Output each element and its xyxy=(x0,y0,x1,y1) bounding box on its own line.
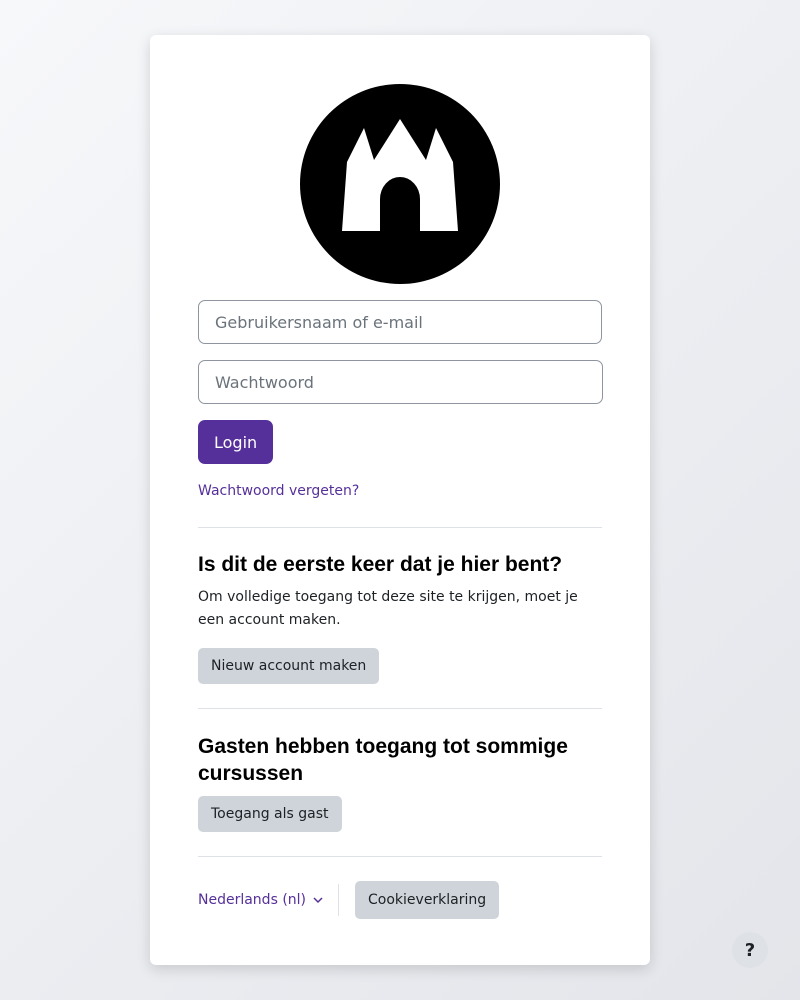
username-input[interactable] xyxy=(198,300,602,344)
password-input[interactable] xyxy=(198,360,603,404)
login-footer: Nederlands (nl) Cookieverklaring xyxy=(198,881,602,919)
cookie-statement-button[interactable]: Cookieverklaring xyxy=(355,881,500,919)
divider xyxy=(198,527,602,528)
castle-logo-icon xyxy=(300,84,500,284)
divider xyxy=(198,856,602,857)
login-card: Login Wachtwoord vergeten? Is dit de eer… xyxy=(150,35,650,965)
login-button[interactable]: Login xyxy=(198,420,274,464)
first-time-heading: Is dit de eerste keer dat je hier bent? xyxy=(198,553,563,576)
guest-heading: Gasten hebben toegang tot sommige cursus… xyxy=(198,735,568,785)
language-selector[interactable]: Nederlands (nl) xyxy=(198,884,340,916)
first-time-description: Om volledige toegang tot deze site te kr… xyxy=(198,589,578,628)
language-label: Nederlands (nl) xyxy=(198,892,307,908)
forgot-password-link[interactable]: Wachtwoord vergeten? xyxy=(198,483,359,499)
divider xyxy=(198,708,602,709)
chevron-down-icon xyxy=(313,892,323,908)
guest-access-button[interactable]: Toegang als gast xyxy=(198,796,342,832)
site-logo xyxy=(300,84,500,284)
help-button[interactable]: ? xyxy=(732,932,768,968)
create-account-button[interactable]: Nieuw account maken xyxy=(198,648,380,684)
